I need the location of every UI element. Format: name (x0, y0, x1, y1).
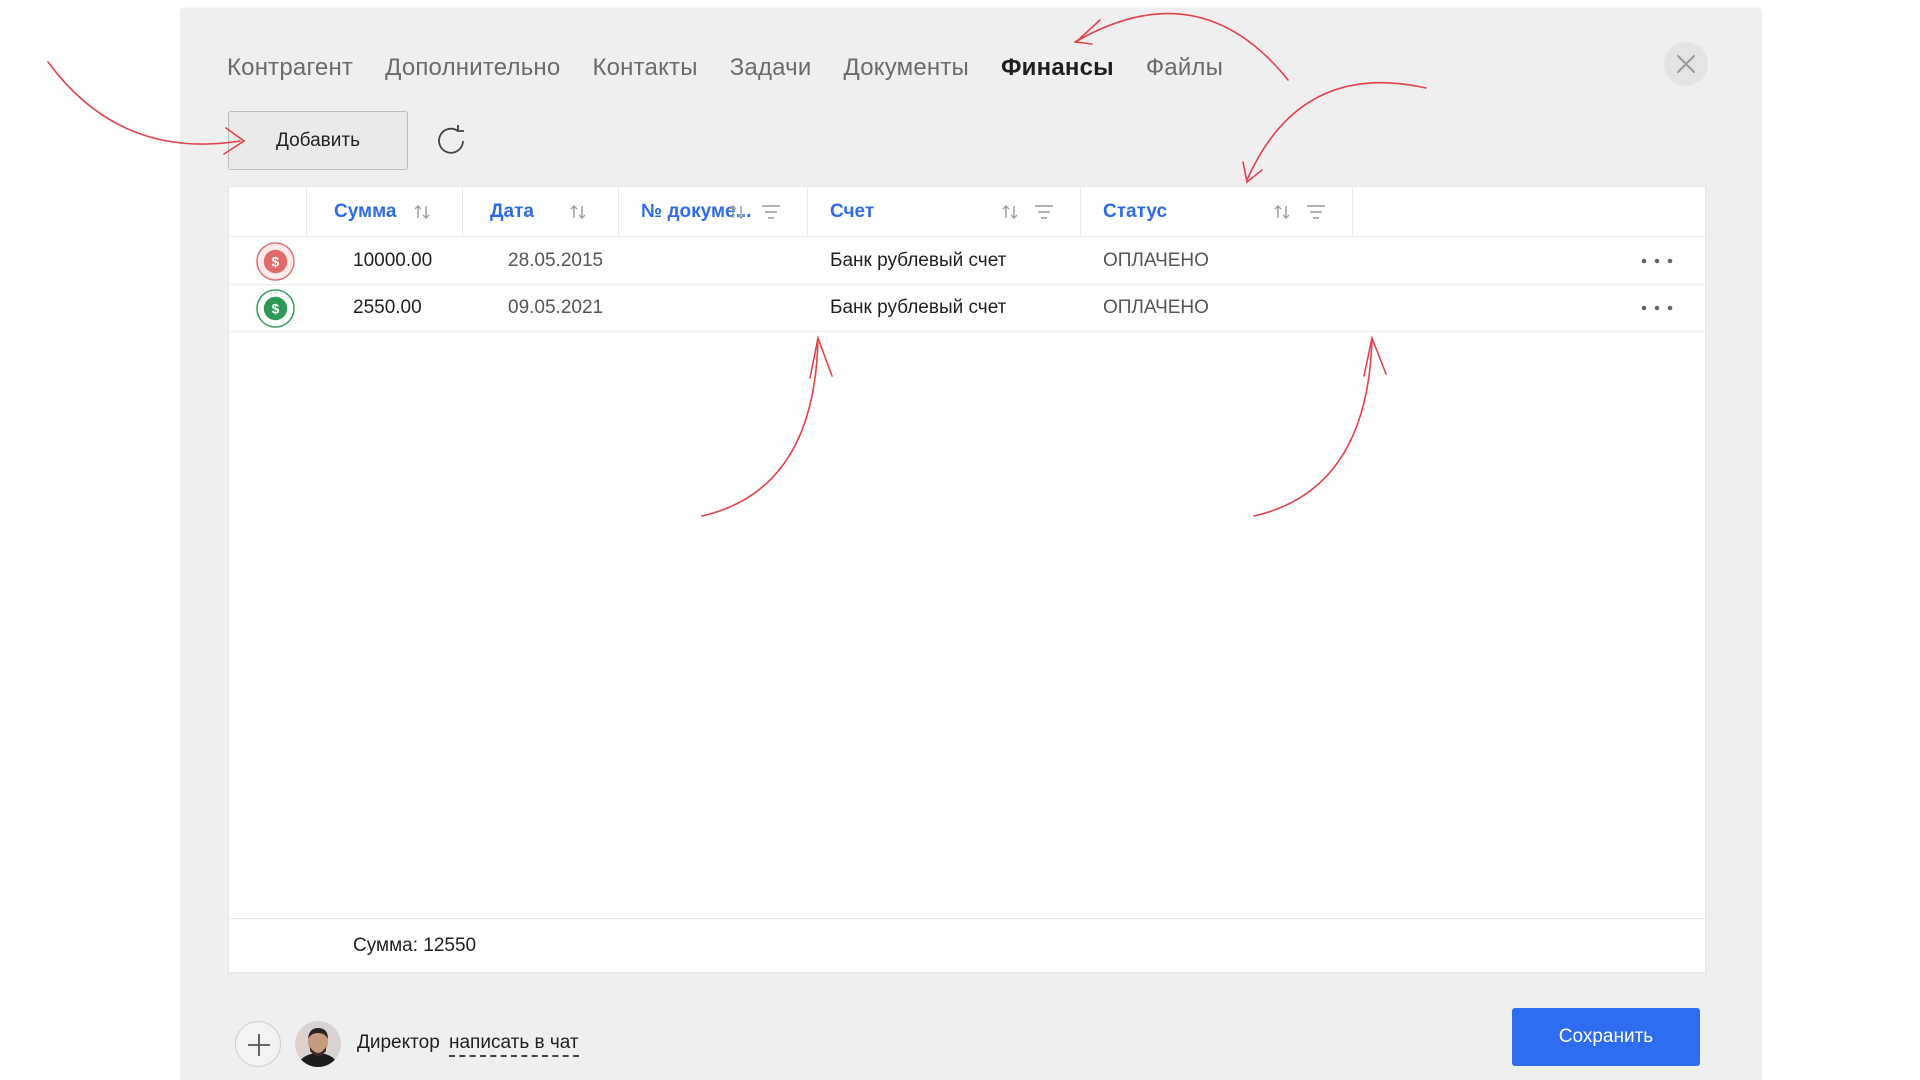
svg-text:$: $ (272, 254, 280, 269)
sort-icon[interactable] (727, 202, 747, 222)
cell-amount: 10000.00 (353, 250, 433, 271)
screen: Контрагент Дополнительно Контакты Задачи… (0, 0, 1920, 1080)
cell-amount: 2550.00 (353, 297, 422, 318)
sort-icon[interactable] (1000, 202, 1020, 222)
header-date: Дата (463, 187, 619, 237)
cell-date: 09.05.2021 (508, 297, 604, 318)
finance-table: Сумма Дата № докуме... Счет Статус $ 100… (228, 186, 1706, 973)
header-actions (1353, 187, 1423, 237)
header-account: Счет (808, 187, 1081, 237)
cell-date: 28.05.2015 (508, 250, 604, 271)
write-to-chat-link[interactable]: написать в чат (449, 1032, 579, 1057)
close-icon (1677, 55, 1695, 73)
sort-icon[interactable] (412, 202, 432, 222)
table-row[interactable]: $ 2550.00 09.05.2021 Банк рублевый счет … (229, 285, 1705, 332)
tab-documents[interactable]: Документы (843, 54, 969, 82)
sort-icon[interactable] (568, 202, 588, 222)
more-options-icon[interactable] (1639, 254, 1675, 268)
table-footer: Сумма: 12550 (229, 918, 1705, 973)
add-button[interactable]: Добавить (228, 111, 408, 170)
filter-icon[interactable] (761, 202, 781, 222)
filter-icon[interactable] (1306, 202, 1326, 222)
tab-tasks[interactable]: Задачи (730, 54, 812, 82)
header-icon-column (229, 187, 307, 237)
header-date-label[interactable]: Дата (490, 201, 534, 223)
tab-bar: Контрагент Дополнительно Контакты Задачи… (227, 54, 1223, 82)
dollar-coin-red-icon: $ (256, 242, 295, 281)
refresh-icon[interactable] (432, 122, 470, 160)
header-status: Статус (1081, 187, 1353, 237)
header-account-label[interactable]: Счет (830, 201, 874, 223)
tab-counterparty[interactable]: Контрагент (227, 54, 353, 82)
record-dialog: Контрагент Дополнительно Контакты Задачи… (182, 8, 1760, 1080)
total-sum: Сумма: 12550 (353, 935, 477, 956)
add-participant-button[interactable] (235, 1021, 281, 1067)
table-header: Сумма Дата № докуме... Счет Статус (229, 187, 1705, 237)
cell-status: ОПЛАЧЕНО (1103, 297, 1209, 318)
header-status-label[interactable]: Статус (1103, 201, 1167, 223)
avatar[interactable] (295, 1021, 341, 1067)
save-button[interactable]: Сохранить (1512, 1008, 1700, 1066)
svg-text:$: $ (272, 301, 280, 316)
table-row[interactable]: $ 10000.00 28.05.2015 Банк рублевый счет… (229, 238, 1705, 285)
tab-files[interactable]: Файлы (1146, 54, 1223, 82)
user-photo-icon (295, 1021, 341, 1067)
dollar-coin-green-icon: $ (256, 289, 295, 328)
sort-icon[interactable] (1272, 202, 1292, 222)
more-options-icon[interactable] (1639, 301, 1675, 315)
tab-additional[interactable]: Дополнительно (385, 54, 560, 82)
header-amount-label[interactable]: Сумма (334, 201, 396, 223)
plus-icon (248, 1034, 270, 1056)
cell-account: Банк рублевый счет (830, 297, 1007, 318)
cell-account: Банк рублевый счет (830, 250, 1007, 271)
user-role: Директор (357, 1032, 440, 1053)
header-doc-number: № докуме... (619, 187, 808, 237)
filter-icon[interactable] (1034, 202, 1054, 222)
tab-contacts[interactable]: Контакты (592, 54, 697, 82)
cell-status: ОПЛАЧЕНО (1103, 250, 1209, 271)
close-button[interactable] (1664, 42, 1708, 86)
tab-finances[interactable]: Финансы (1001, 54, 1114, 82)
header-amount: Сумма (307, 187, 463, 237)
